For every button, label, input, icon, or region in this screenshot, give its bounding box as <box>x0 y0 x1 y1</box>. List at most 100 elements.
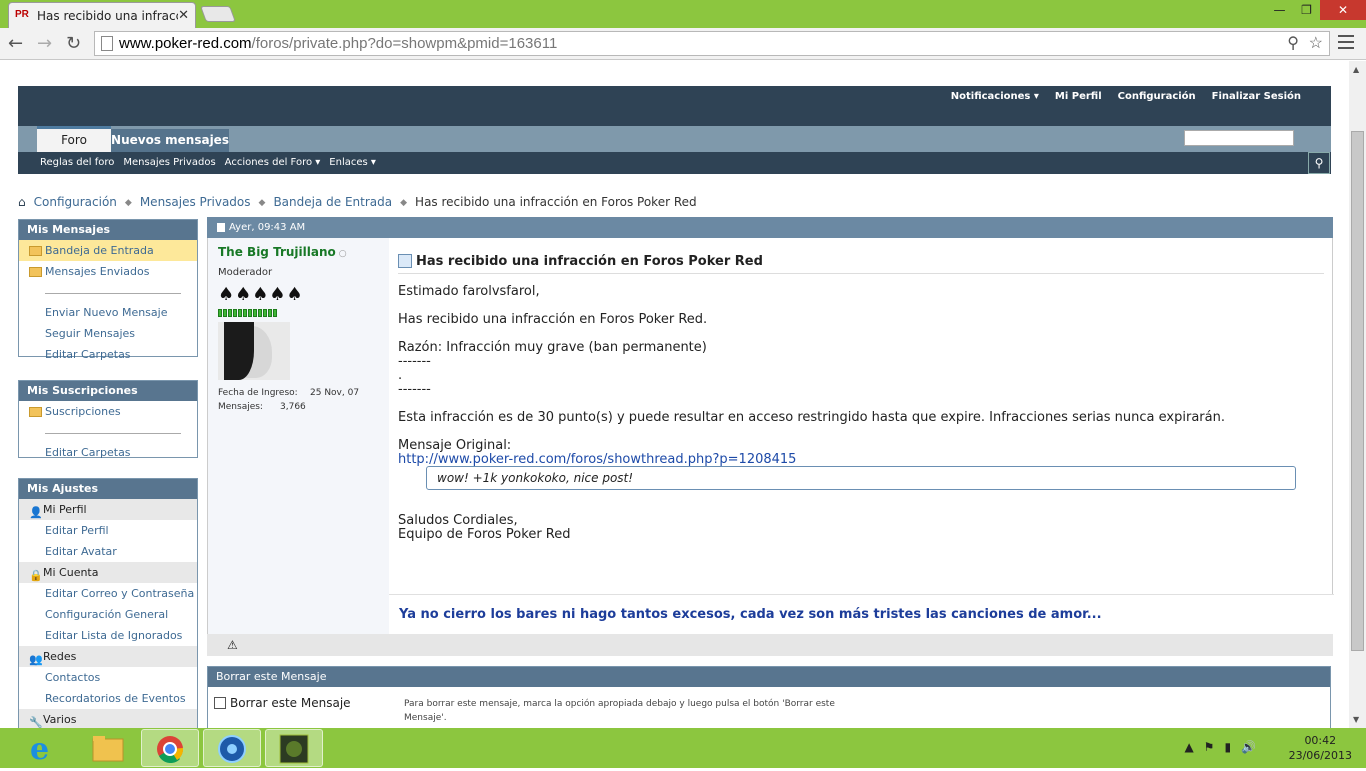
breadcrumb-item[interactable]: Configuración <box>34 195 117 211</box>
sidebar-my-messages: Mis Mensajes Bandeja de Entrada Mensajes… <box>18 219 198 361</box>
settings-link[interactable]: Configuración <box>1118 91 1196 102</box>
battery-icon[interactable]: ▮ <box>1224 740 1231 754</box>
sidebar-item-sent[interactable]: Mensajes Enviados <box>19 261 197 282</box>
message-line: Saludos Cordiales, <box>398 513 518 528</box>
delete-description: Para borrar este mensaje, marca la opció… <box>404 699 835 723</box>
chrome-menu-icon[interactable] <box>1338 35 1354 49</box>
address-bar[interactable]: www.poker-red.com/foros/private.php?do=s… <box>94 31 1330 56</box>
breadcrumb-separator-icon: ◆ <box>400 198 408 208</box>
clock[interactable]: 00:42 23/06/2013 <box>1289 733 1352 763</box>
chrome-icon[interactable] <box>141 729 199 767</box>
message-line: Mensaje Original: <box>398 438 512 453</box>
sidebar-item-track-messages[interactable]: Seguir Mensajes <box>19 323 197 344</box>
breadcrumb-item[interactable]: Bandeja de Entrada <box>273 195 392 211</box>
sidebar-item-edit-avatar[interactable]: Editar Avatar <box>19 541 197 562</box>
subnav-links[interactable]: Enlaces ▾ <box>329 152 376 174</box>
logout-link[interactable]: Finalizar Sesión <box>1212 91 1301 102</box>
new-tab-button[interactable] <box>200 6 236 22</box>
message-line: Equipo de Foros Poker Red <box>398 527 571 542</box>
browser-tab[interactable]: PR Has recibido una infracció ✕ <box>8 2 196 28</box>
sidebar-item-edit-email[interactable]: Editar Correo y Contraseña <box>19 583 197 604</box>
sidebar-item-subscriptions[interactable]: Suscripciones <box>19 401 197 422</box>
forward-arrow-icon[interactable]: → <box>37 33 52 54</box>
folder-icon <box>29 407 42 417</box>
rank-spades-icon: ♠♠♠♠♠ <box>218 284 304 305</box>
sidebar-item-edit-profile[interactable]: Editar Perfil <box>19 520 197 541</box>
divider <box>45 282 181 294</box>
offline-status-icon: ○ <box>338 249 347 259</box>
clock-time: 00:42 <box>1304 734 1337 747</box>
quoted-post: wow! +1k yonkokoko, nice post! <box>426 466 1296 490</box>
browser-titlebar: PR Has recibido una infracció ✕ — ❐ ✕ <box>0 0 1366 28</box>
chevron-up-icon[interactable]: ▲ <box>1184 740 1193 754</box>
my-profile-link[interactable]: Mi Perfil <box>1055 91 1102 102</box>
sidebar-item-ignore-list[interactable]: Editar Lista de Ignorados <box>19 625 197 646</box>
vertical-scrollbar[interactable]: ▲ ▼ <box>1349 61 1366 728</box>
message-line: Has recibido una infracción en Foros Pok… <box>398 312 708 327</box>
url-path: /foros/private.php?do=showpm&pmid=163611 <box>251 35 558 52</box>
restore-icon[interactable]: ❐ <box>1293 0 1320 20</box>
sidebar-item-contacts[interactable]: Contactos <box>19 667 197 688</box>
volume-icon[interactable]: 🔊 <box>1241 740 1256 754</box>
breadcrumb-item[interactable]: Mensajes Privados <box>140 195 251 211</box>
url-domain: www.poker-red.com <box>119 35 252 52</box>
divider <box>45 422 181 434</box>
delete-checkbox[interactable] <box>214 697 226 709</box>
search-icon[interactable]: ⚲ <box>1308 152 1330 174</box>
back-arrow-icon[interactable]: ← <box>8 33 23 54</box>
avatar[interactable] <box>218 322 290 380</box>
original-post-link[interactable]: http://www.poker-red.com/foros/showthrea… <box>398 452 796 467</box>
forum-tabbar: Foro Nuevos mensajes <box>18 126 1331 152</box>
site-favicon-icon: PR <box>15 8 29 20</box>
page-icon <box>101 36 113 51</box>
bookmark-star-icon[interactable]: ☆ <box>1309 32 1323 55</box>
sidebar-item-edit-folders[interactable]: Editar Carpetas <box>19 442 197 463</box>
tab-foro[interactable]: Foro <box>37 126 111 152</box>
breadcrumb-current: Has recibido una infracción en Foros Pok… <box>415 195 697 209</box>
report-warning-icon[interactable]: ⚠ <box>227 638 238 652</box>
zoom-icon[interactable]: ⚲ <box>1287 32 1299 55</box>
close-tab-icon[interactable]: ✕ <box>178 8 189 23</box>
forum-search-input[interactable] <box>1184 130 1294 146</box>
breadcrumb-separator-icon: ◆ <box>258 198 266 208</box>
delete-checkbox-label[interactable]: Borrar este Mensaje <box>230 696 351 710</box>
sidebar-item-edit-folders[interactable]: Editar Carpetas <box>19 344 197 365</box>
notifications-link[interactable]: Notificaciones ▾ <box>951 91 1039 102</box>
reload-icon[interactable]: ↻ <box>66 33 81 54</box>
sidebar-group-misc: 🔧 Varios <box>19 709 197 728</box>
tab-new-posts[interactable]: Nuevos mensajes <box>111 129 229 152</box>
minimize-icon[interactable]: — <box>1266 0 1293 20</box>
scrollbar-thumb[interactable] <box>1351 131 1364 651</box>
join-date: Fecha de Ingreso: 25 Nov, 07 <box>218 388 360 398</box>
clock-date: 23/06/2013 <box>1288 749 1352 762</box>
folder-icon <box>29 246 42 256</box>
game-app-icon[interactable] <box>265 729 323 767</box>
delete-box-title: Borrar este Mensaje <box>208 667 1330 687</box>
breadcrumb-separator-icon: ◆ <box>124 198 132 208</box>
sidebar-heading: Mis Suscripciones <box>19 381 197 401</box>
media-app-icon[interactable] <box>203 729 261 767</box>
subnav-rules[interactable]: Reglas del foro <box>40 152 114 174</box>
subnav-private-messages[interactable]: Mensajes Privados <box>123 152 215 174</box>
close-window-icon[interactable]: ✕ <box>1320 0 1366 20</box>
home-icon[interactable]: ⌂ <box>18 195 26 211</box>
browser-toolbar: ← → ↻ www.poker-red.com/foros/private.ph… <box>0 28 1366 60</box>
subnav-forum-actions[interactable]: Acciones del Foro ▾ <box>225 152 321 174</box>
username-link[interactable]: The Big Trujillano ○ <box>218 245 347 259</box>
sidebar-item-general-settings[interactable]: Configuración General <box>19 604 197 625</box>
svg-text:e: e <box>30 732 49 767</box>
scroll-up-icon[interactable]: ▲ <box>1353 65 1359 74</box>
scroll-down-icon[interactable]: ▼ <box>1353 715 1359 724</box>
post-date: Ayer, 09:43 AM <box>229 222 306 233</box>
breadcrumb: ⌂ Configuración ◆ Mensajes Privados ◆ Ba… <box>18 195 697 211</box>
sidebar-item-inbox[interactable]: Bandeja de Entrada <box>19 240 197 261</box>
tab-title: Has recibido una infracció <box>37 8 179 23</box>
flag-icon[interactable]: ⚑ <box>1204 740 1215 754</box>
sidebar-item-new-message[interactable]: Enviar Nuevo Mensaje <box>19 302 197 323</box>
post-header: Ayer, 09:43 AM <box>207 217 1333 238</box>
file-explorer-icon[interactable] <box>78 729 136 767</box>
reputation-bar <box>218 309 277 317</box>
post-count: Mensajes: 3,766 <box>218 402 306 412</box>
internet-explorer-icon[interactable]: e <box>16 729 74 767</box>
sidebar-item-event-reminders[interactable]: Recordatorios de Eventos <box>19 688 197 709</box>
